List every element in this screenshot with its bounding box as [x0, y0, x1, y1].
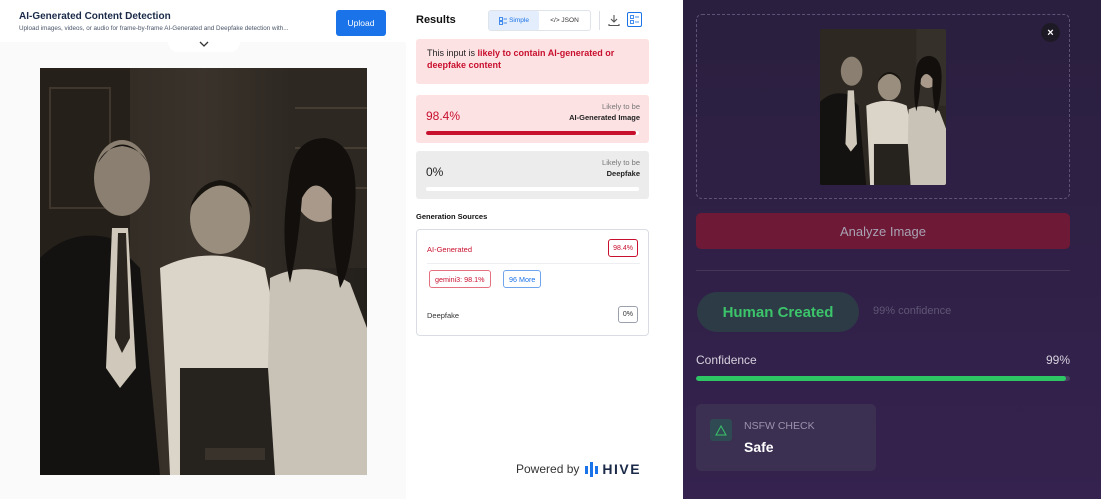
- deepfake-score-percent: 0%: [426, 165, 444, 179]
- powered-by: Powered by HIVE: [516, 461, 641, 477]
- deepfake-score-label-bottom: Deepfake: [606, 168, 640, 178]
- hive-logo: HIVE: [585, 461, 641, 477]
- verdict-badge: Human Created: [697, 292, 859, 332]
- thumbnail-photo: [820, 29, 946, 185]
- upload-panel: AI-Generated Content Detection Upload im…: [0, 0, 406, 499]
- nsfw-check-value: Safe: [744, 439, 774, 455]
- confidence-label: Confidence: [696, 353, 757, 367]
- generation-sources-title: Generation Sources: [416, 212, 488, 221]
- source-divider: [427, 263, 640, 264]
- more-sources-button[interactable]: 96 More: [503, 270, 542, 288]
- powered-by-text: Powered by: [516, 462, 580, 476]
- toolbar-divider: [599, 11, 600, 30]
- uploaded-photo: [40, 68, 367, 475]
- analyzer-divider: [696, 270, 1070, 271]
- deepfake-source-badge: 0%: [617, 306, 638, 323]
- list-icon: [499, 16, 508, 25]
- ai-score-bar: [426, 131, 639, 135]
- hive-brand: HIVE: [602, 461, 642, 477]
- ai-generated-source-label: AI-Generated: [427, 245, 473, 254]
- confidence-fill: [696, 376, 1067, 381]
- hive-bars-icon: [585, 461, 599, 477]
- nsfw-check-title: NSFW CHECK: [744, 420, 815, 432]
- alert-prefix: This input is: [427, 48, 478, 58]
- panel-subtitle: Upload images, videos, or audio for fram…: [19, 25, 289, 32]
- ai-generated-source-badge: 98.4%: [608, 239, 638, 257]
- analyzer-panel: × Analyze Image Human Created 99% confid…: [683, 0, 1101, 499]
- view-toggle: Simple </> JSON: [488, 10, 591, 31]
- collapse-toggle[interactable]: [168, 36, 240, 52]
- ai-score-label-top: Likely to be: [602, 102, 640, 111]
- ai-score-fill: [426, 131, 636, 135]
- tab-simple-label: Simple: [509, 17, 529, 24]
- generation-sources-card: AI-Generated 98.4% gemini3: 98.1% 96 Mor…: [416, 229, 649, 336]
- tab-json[interactable]: </> JSON: [539, 11, 590, 30]
- warning-triangle-icon: [710, 419, 732, 441]
- image-thumbnail: [820, 29, 946, 185]
- ai-generated-score-card: 98.4% Likely to be AI-Generated Image: [416, 95, 649, 143]
- deepfake-source-label: Deepfake: [427, 311, 460, 320]
- chevron-down-icon: [199, 41, 209, 47]
- grid-view-icon[interactable]: [627, 12, 642, 27]
- tab-simple[interactable]: Simple: [489, 11, 539, 30]
- image-dropzone[interactable]: ×: [696, 14, 1070, 199]
- deepfake-score-bar: [426, 187, 639, 191]
- photo-image: [40, 68, 367, 475]
- panel-title: AI-Generated Content Detection: [19, 11, 171, 22]
- source-chip-gemini[interactable]: gemini3: 98.1%: [429, 270, 491, 288]
- results-panel: Results Simple </> JSON This input is li…: [406, 0, 683, 499]
- ai-score-label-bottom: AI-Generated Image: [569, 112, 640, 122]
- confidence-bar: [696, 376, 1070, 381]
- analyze-image-button[interactable]: Analyze Image: [696, 213, 1070, 249]
- upload-button[interactable]: Upload: [336, 10, 386, 36]
- download-icon[interactable]: [607, 13, 621, 27]
- deepfake-score-label-top: Likely to be: [602, 158, 640, 167]
- verdict-confidence: 99% confidence: [873, 305, 952, 317]
- close-icon[interactable]: ×: [1041, 23, 1060, 42]
- ai-score-percent: 98.4%: [426, 109, 461, 123]
- deepfake-score-card: 0% Likely to be Deepfake: [416, 151, 649, 199]
- ai-score-label: Likely to be AI-Generated Image: [569, 102, 640, 124]
- results-title: Results: [416, 14, 456, 26]
- detection-alert: This input is likely to contain AI-gener…: [416, 39, 649, 84]
- confidence-value: 99%: [1045, 353, 1070, 367]
- nsfw-check-card: NSFW CHECK Safe: [696, 404, 876, 471]
- deepfake-score-label: Likely to be Deepfake: [602, 158, 640, 180]
- grid-glyph-icon: [630, 15, 639, 24]
